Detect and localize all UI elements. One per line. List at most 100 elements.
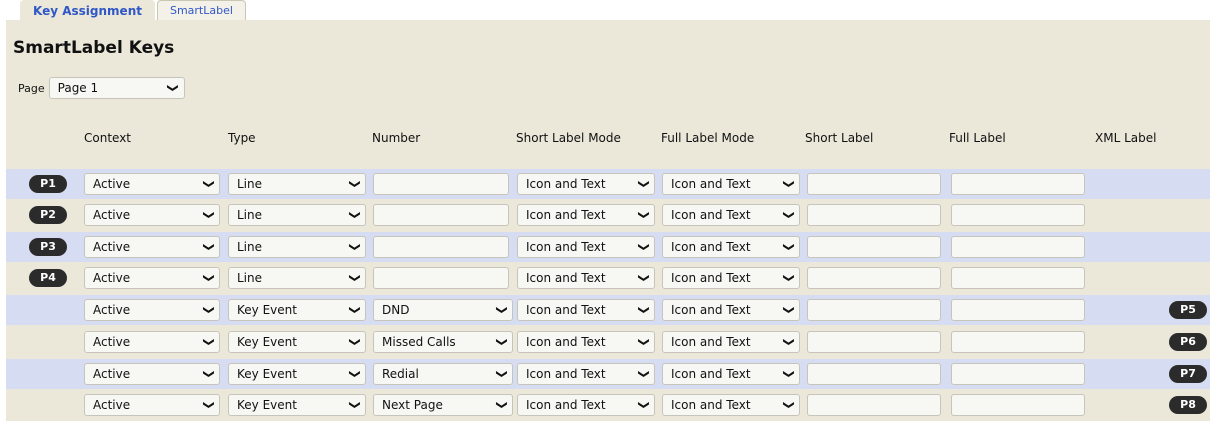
short-label-mode-select-value: Icon and Text — [526, 335, 606, 349]
number-select[interactable]: DND ❯ — [373, 299, 513, 321]
short-label-mode-select-value: Icon and Text — [526, 208, 606, 222]
chevron-down-icon: ❯ — [202, 305, 216, 315]
type-select[interactable]: Line ❯ — [228, 267, 366, 289]
chevron-down-icon: ❯ — [782, 369, 796, 379]
full-label-mode-select-value: Icon and Text — [671, 398, 751, 412]
short-label-mode-select-value: Icon and Text — [526, 177, 606, 191]
chevron-down-icon: ❯ — [167, 83, 181, 93]
key-badge: P8 — [1169, 396, 1207, 414]
number-select[interactable]: Next Page ❯ — [373, 394, 513, 416]
number-select[interactable]: Redial ❯ — [373, 363, 513, 385]
full-label-mode-select[interactable]: Icon and Text ❯ — [662, 299, 800, 321]
type-select[interactable]: Key Event ❯ — [228, 394, 366, 416]
chevron-down-icon: ❯ — [782, 305, 796, 315]
short-label-mode-select[interactable]: Icon and Text ❯ — [517, 173, 655, 195]
column-header-full-label: Full Label — [949, 131, 1006, 145]
number-input[interactable] — [373, 204, 509, 226]
number-select-value: Next Page — [382, 398, 443, 412]
full-label-mode-select[interactable]: Icon and Text ❯ — [662, 363, 800, 385]
table-row: P8 Active ❯ Key Event ❯ Next Page ❯ Icon and Te… — [6, 390, 1210, 420]
context-select[interactable]: Active ❯ — [84, 363, 220, 385]
short-label-mode-select[interactable]: Icon and Text ❯ — [517, 204, 655, 226]
short-label-mode-select-value: Icon and Text — [526, 367, 606, 381]
context-select[interactable]: Active ❯ — [84, 267, 220, 289]
short-label-input[interactable] — [807, 236, 941, 258]
chevron-down-icon: ❯ — [202, 400, 216, 410]
context-select[interactable]: Active ❯ — [84, 394, 220, 416]
context-select[interactable]: Active ❯ — [84, 236, 220, 258]
full-label-input[interactable] — [951, 394, 1085, 416]
tab-smartlabel[interactable]: SmartLabel — [156, 0, 246, 20]
short-label-input[interactable] — [807, 173, 941, 195]
full-label-mode-select[interactable]: Icon and Text ❯ — [662, 394, 800, 416]
key-badge: P6 — [1169, 333, 1207, 351]
full-label-mode-select-value: Icon and Text — [671, 335, 751, 349]
short-label-input[interactable] — [807, 331, 941, 353]
short-label-mode-select[interactable]: Icon and Text ❯ — [517, 267, 655, 289]
type-select[interactable]: Key Event ❯ — [228, 331, 366, 353]
column-header-type: Type — [228, 131, 256, 145]
type-select[interactable]: Line ❯ — [228, 204, 366, 226]
type-select-value: Key Event — [237, 398, 297, 412]
chevron-down-icon: ❯ — [495, 337, 509, 347]
full-label-mode-select[interactable]: Icon and Text ❯ — [662, 236, 800, 258]
chevron-down-icon: ❯ — [782, 400, 796, 410]
short-label-input[interactable] — [807, 299, 941, 321]
type-select-value: Key Event — [237, 367, 297, 381]
type-select[interactable]: Key Event ❯ — [228, 363, 366, 385]
chevron-down-icon: ❯ — [348, 400, 362, 410]
table-row: P5 Active ❯ Key Event ❯ DND ❯ Icon and Text ❯ Ico… — [6, 295, 1210, 325]
context-select-value: Active — [93, 367, 131, 381]
context-select[interactable]: Active ❯ — [84, 299, 220, 321]
type-select[interactable]: Line ❯ — [228, 173, 366, 195]
column-header-full-label-mode: Full Label Mode — [661, 131, 755, 145]
short-label-input[interactable] — [807, 267, 941, 289]
full-label-input[interactable] — [951, 299, 1085, 321]
tab-bar: Key Assignment SmartLabel — [0, 0, 1210, 20]
full-label-input[interactable] — [951, 173, 1085, 195]
short-label-mode-select[interactable]: Icon and Text ❯ — [517, 331, 655, 353]
number-input[interactable] — [373, 236, 509, 258]
number-input[interactable] — [373, 267, 509, 289]
page-title: SmartLabel Keys — [13, 38, 175, 58]
type-select[interactable]: Key Event ❯ — [228, 299, 366, 321]
column-header-number: Number — [372, 131, 421, 145]
full-label-input[interactable] — [951, 236, 1085, 258]
short-label-input[interactable] — [807, 363, 941, 385]
short-label-mode-select[interactable]: Icon and Text ❯ — [517, 363, 655, 385]
tab-key-assignment[interactable]: Key Assignment — [20, 0, 155, 20]
key-badge: P1 — [29, 175, 67, 193]
context-select[interactable]: Active ❯ — [84, 204, 220, 226]
type-select-value: Key Event — [237, 335, 297, 349]
full-label-input[interactable] — [951, 363, 1085, 385]
number-select-value: DND — [382, 303, 410, 317]
full-label-input[interactable] — [951, 204, 1085, 226]
short-label-input[interactable] — [807, 394, 941, 416]
short-label-mode-select[interactable]: Icon and Text ❯ — [517, 394, 655, 416]
number-input[interactable] — [373, 173, 509, 195]
full-label-input[interactable] — [951, 331, 1085, 353]
short-label-mode-select[interactable]: Icon and Text ❯ — [517, 299, 655, 321]
full-label-mode-select-value: Icon and Text — [671, 177, 751, 191]
short-label-mode-select-value: Icon and Text — [526, 271, 606, 285]
context-select[interactable]: Active ❯ — [84, 173, 220, 195]
number-select[interactable]: Missed Calls ❯ — [373, 331, 513, 353]
context-select[interactable]: Active ❯ — [84, 331, 220, 353]
chevron-down-icon: ❯ — [348, 210, 362, 220]
full-label-mode-select[interactable]: Icon and Text ❯ — [662, 267, 800, 289]
chevron-down-icon: ❯ — [202, 179, 216, 189]
table-row: P4 Active ❯ Line ❯ Icon and Text ❯ Icon and Tex… — [6, 263, 1210, 293]
type-select[interactable]: Line ❯ — [228, 236, 366, 258]
chevron-down-icon: ❯ — [348, 242, 362, 252]
full-label-mode-select-value: Icon and Text — [671, 240, 751, 254]
full-label-mode-select[interactable]: Icon and Text ❯ — [662, 331, 800, 353]
full-label-mode-select[interactable]: Icon and Text ❯ — [662, 204, 800, 226]
full-label-input[interactable] — [951, 267, 1085, 289]
full-label-mode-select[interactable]: Icon and Text ❯ — [662, 173, 800, 195]
chevron-down-icon: ❯ — [637, 305, 651, 315]
number-select-value: Missed Calls — [382, 335, 456, 349]
short-label-input[interactable] — [807, 204, 941, 226]
short-label-mode-select[interactable]: Icon and Text ❯ — [517, 236, 655, 258]
page-select[interactable]: Page 1 ❯ — [48, 77, 185, 99]
chevron-down-icon: ❯ — [782, 273, 796, 283]
